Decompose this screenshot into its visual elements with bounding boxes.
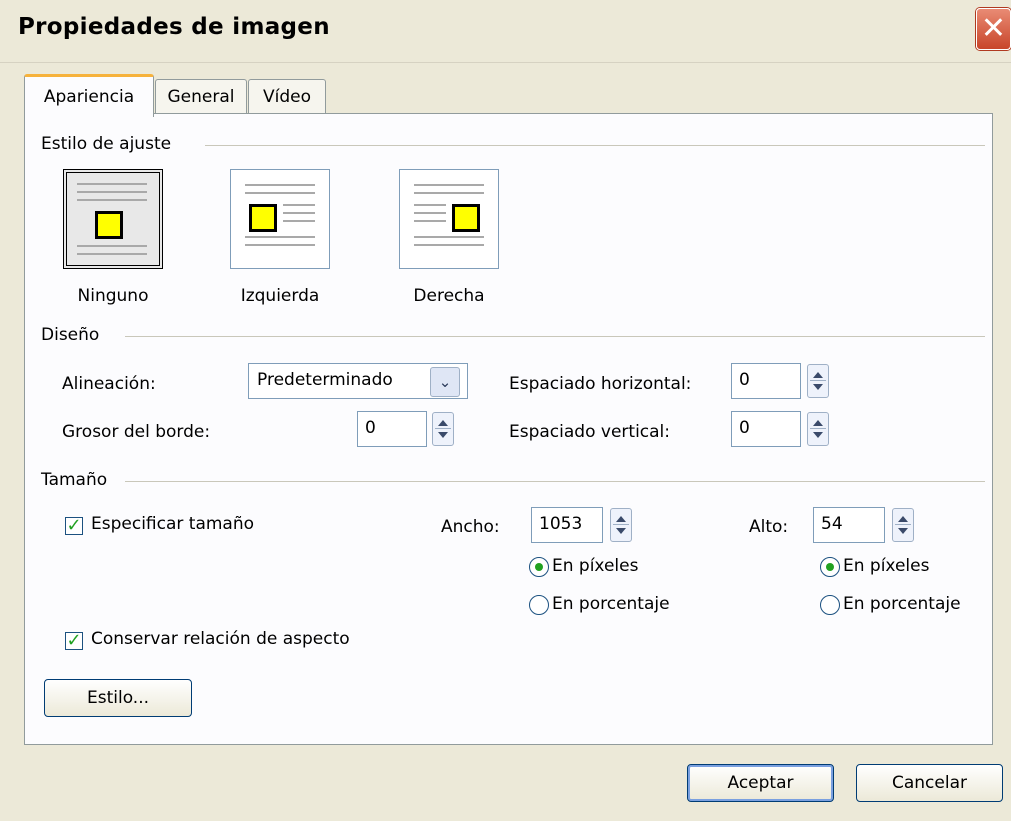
section-heading-wrap-style: Estilo de ajuste [41,134,172,154]
vertical-spacing-spinner[interactable] [807,412,829,446]
tab-general[interactable]: General [155,79,247,113]
wrap-right-option[interactable] [399,169,499,269]
height-pixels-label: En píxeles [843,556,930,576]
wrap-left-option[interactable] [230,169,330,269]
image-placeholder-icon [452,204,480,232]
height-percent-radio[interactable] [820,595,840,615]
section-heading-design: Diseño [41,325,100,345]
width-percent-label: En porcentaje [552,594,670,614]
section-divider [125,481,985,482]
width-label: Ancho: [441,517,500,537]
height-pixels-radio[interactable] [820,557,840,577]
close-button[interactable]: ✕ [976,8,1011,50]
keep-aspect-ratio-checkbox[interactable]: ✓ [65,632,83,650]
specify-size-label: Especificar tamaño [91,514,255,534]
tab-video[interactable]: Vídeo [248,79,326,113]
section-divider [205,145,985,146]
height-percent-label: En porcentaje [843,594,961,614]
wrap-none-label: Ninguno [77,286,149,306]
alignment-label: Alineación: [62,374,156,394]
width-spinner[interactable] [610,508,632,542]
border-thickness-spinner[interactable] [432,412,454,446]
style-button[interactable]: Estilo... [44,679,192,717]
title-bar: Propiedades de imagen ✕ [0,0,1011,63]
ok-button[interactable]: Aceptar [687,764,834,802]
cancel-button[interactable]: Cancelar [856,764,1003,802]
wrap-left-label: Izquierda [240,286,320,306]
image-placeholder-icon [249,204,277,232]
section-heading-size: Tamaño [41,470,108,490]
height-spinner[interactable] [892,508,914,542]
specify-size-checkbox[interactable]: ✓ [65,517,83,535]
horizontal-spacing-input[interactable]: 0 [731,363,801,399]
wrap-right-label: Derecha [413,286,485,306]
horizontal-spacing-spinner[interactable] [807,364,829,398]
height-input[interactable]: 54 [813,507,885,543]
tab-apariencia[interactable]: Apariencia [24,74,154,117]
horizontal-spacing-label: Espaciado horizontal: [509,374,692,394]
alignment-value: Predeterminado [257,370,393,390]
width-pixels-radio[interactable] [529,557,549,577]
vertical-spacing-label: Espaciado vertical: [509,422,671,442]
dialog-title: Propiedades de imagen [18,14,330,40]
close-icon: ✕ [980,11,1007,46]
width-pixels-label: En píxeles [552,556,639,576]
section-divider [125,336,985,337]
width-input[interactable]: 1053 [531,507,603,543]
keep-aspect-ratio-label: Conservar relación de aspecto [91,629,350,649]
image-placeholder-icon [95,211,123,239]
width-percent-radio[interactable] [529,595,549,615]
border-thickness-input[interactable]: 0 [357,411,427,447]
border-thickness-label: Grosor del borde: [62,422,211,442]
vertical-spacing-input[interactable]: 0 [731,411,801,447]
alignment-select[interactable]: Predeterminado ⌄ [248,363,468,399]
height-label: Alto: [749,517,789,537]
chevron-down-icon[interactable]: ⌄ [430,367,460,397]
tab-panel-apariencia: Estilo de ajuste Ninguno Izquierda Derec… [24,113,993,745]
wrap-none-option[interactable] [63,169,163,269]
